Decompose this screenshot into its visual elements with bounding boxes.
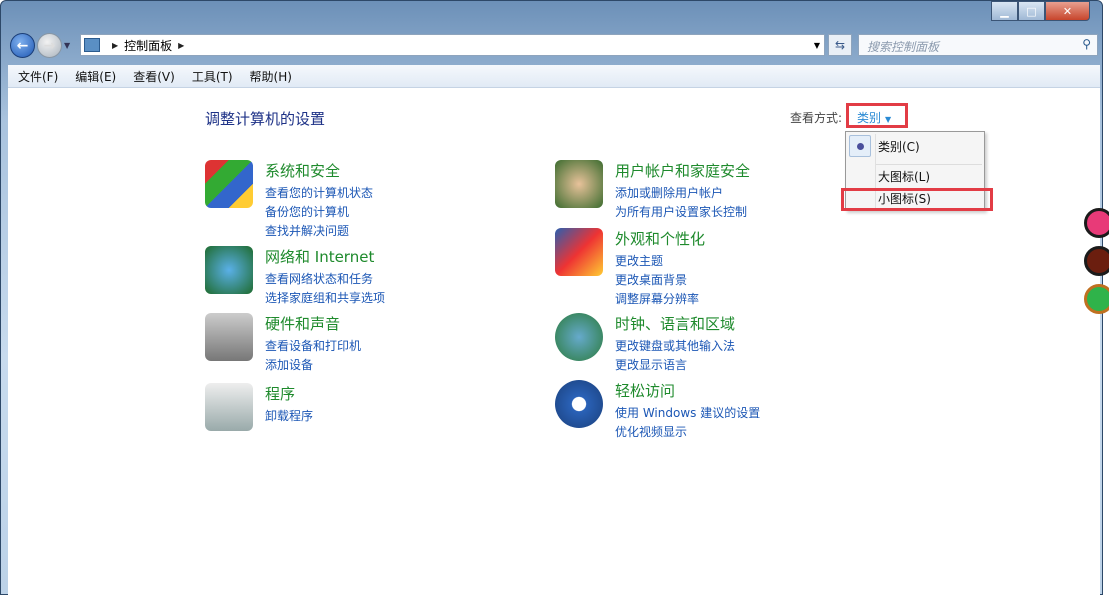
link[interactable]: 为所有用户设置家长控制 bbox=[615, 203, 750, 222]
minimize-button[interactable]: ▁ bbox=[991, 1, 1018, 21]
category-title[interactable]: 时钟、语言和区域 bbox=[615, 313, 735, 334]
address-bar[interactable]: ▶ 控制面板 ▶ ▼ bbox=[80, 34, 825, 56]
category-clock-language: 时钟、语言和区域 更改键盘或其他输入法 更改显示语言 bbox=[555, 313, 735, 375]
link[interactable]: 更改显示语言 bbox=[615, 356, 735, 375]
link[interactable]: 卸载程序 bbox=[265, 407, 313, 426]
menu-view[interactable]: 查看(V) bbox=[133, 68, 175, 85]
address-dropdown-icon[interactable]: ▼ bbox=[814, 41, 820, 50]
category-title[interactable]: 系统和安全 bbox=[265, 160, 373, 181]
floating-widget-icon[interactable] bbox=[1084, 246, 1109, 276]
ease-of-access-icon bbox=[555, 380, 603, 428]
view-by-dropdown[interactable]: 类别 ▼ bbox=[846, 103, 908, 128]
category-hardware-sound: 硬件和声音 查看设备和打印机 添加设备 bbox=[205, 313, 361, 375]
chevron-right-icon[interactable]: ▶ bbox=[112, 41, 118, 50]
refresh-button[interactable]: ⇆ bbox=[828, 34, 852, 56]
link[interactable]: 添加设备 bbox=[265, 356, 361, 375]
menu-tools[interactable]: 工具(T) bbox=[192, 68, 233, 85]
link[interactable]: 添加或删除用户帐户 bbox=[615, 184, 750, 203]
maximize-button[interactable]: □ bbox=[1018, 1, 1045, 21]
link[interactable]: 查看您的计算机状态 bbox=[265, 184, 373, 203]
page-title: 调整计算机的设置 bbox=[205, 110, 326, 128]
breadcrumb-control-panel[interactable]: 控制面板 bbox=[124, 37, 172, 54]
link[interactable]: 更改主题 bbox=[615, 252, 705, 271]
forward-button[interactable]: → bbox=[37, 33, 62, 58]
radio-selected-icon bbox=[849, 135, 871, 157]
menu-help[interactable]: 帮助(H) bbox=[250, 68, 292, 85]
category-system-security: 系统和安全 查看您的计算机状态 备份您的计算机 查找并解决问题 bbox=[205, 160, 373, 241]
menu-edit[interactable]: 编辑(E) bbox=[75, 68, 116, 85]
menu-item-category[interactable]: 类别(C) bbox=[878, 138, 920, 155]
category-title[interactable]: 用户帐户和家庭安全 bbox=[615, 160, 750, 181]
programs-icon bbox=[205, 383, 253, 431]
shield-icon bbox=[205, 160, 253, 208]
moon-icon[interactable] bbox=[1084, 284, 1109, 314]
back-button[interactable]: ← bbox=[10, 33, 35, 58]
view-by-label: 查看方式: bbox=[790, 111, 843, 125]
search-icon[interactable]: ⚲ bbox=[1082, 37, 1091, 51]
category-programs: 程序 卸载程序 bbox=[205, 383, 313, 431]
link[interactable]: 查看网络状态和任务 bbox=[265, 270, 385, 289]
category-title[interactable]: 硬件和声音 bbox=[265, 313, 361, 334]
category-appearance: 外观和个性化 更改主题 更改桌面背景 调整屏幕分辨率 bbox=[555, 228, 705, 309]
content-area: 调整计算机的设置 查看方式: 类别 ▼ 系统和安全 查看您的计算机状态 备份您的计… bbox=[8, 88, 1100, 595]
link[interactable]: 查看设备和打印机 bbox=[265, 337, 361, 356]
chevron-right-icon[interactable]: ▶ bbox=[178, 41, 184, 50]
link[interactable]: 备份您的计算机 bbox=[265, 203, 373, 222]
link[interactable]: 选择家庭组和共享选项 bbox=[265, 289, 385, 308]
network-icon bbox=[205, 246, 253, 294]
menubar: 文件(F) 编辑(E) 查看(V) 工具(T) 帮助(H) bbox=[8, 65, 1100, 88]
link[interactable]: 更改键盘或其他输入法 bbox=[615, 337, 735, 356]
chevron-down-icon: ▼ bbox=[885, 115, 892, 124]
link[interactable]: 调整屏幕分辨率 bbox=[615, 290, 705, 309]
menu-file[interactable]: 文件(F) bbox=[18, 68, 58, 85]
highlight-box bbox=[841, 188, 993, 211]
control-panel-icon bbox=[84, 38, 100, 52]
link[interactable]: 查找并解决问题 bbox=[265, 222, 373, 241]
history-dropdown-icon[interactable]: ▼ bbox=[64, 41, 70, 50]
link[interactable]: 使用 Windows 建议的设置 bbox=[615, 404, 760, 423]
close-button[interactable]: ✕ bbox=[1045, 1, 1090, 21]
users-icon bbox=[555, 160, 603, 208]
link[interactable]: 更改桌面背景 bbox=[615, 271, 705, 290]
category-title[interactable]: 外观和个性化 bbox=[615, 228, 705, 249]
category-title[interactable]: 网络和 Internet bbox=[265, 246, 385, 267]
category-network: 网络和 Internet 查看网络状态和任务 选择家庭组和共享选项 bbox=[205, 246, 385, 308]
menu-item-large-icons[interactable]: 大图标(L) bbox=[878, 168, 930, 185]
floating-widget-icon[interactable] bbox=[1084, 208, 1109, 238]
link[interactable]: 优化视频显示 bbox=[615, 423, 760, 442]
category-user-accounts: 用户帐户和家庭安全 添加或删除用户帐户 为所有用户设置家长控制 bbox=[555, 160, 750, 222]
category-ease-of-access: 轻松访问 使用 Windows 建议的设置 优化视频显示 bbox=[555, 380, 760, 442]
category-title[interactable]: 程序 bbox=[265, 383, 313, 404]
search-input[interactable]: 搜索控制面板 ⚲ bbox=[858, 34, 1098, 56]
globe-clock-icon bbox=[555, 313, 603, 361]
display-icon bbox=[555, 228, 603, 276]
printer-icon bbox=[205, 313, 253, 361]
category-title[interactable]: 轻松访问 bbox=[615, 380, 760, 401]
